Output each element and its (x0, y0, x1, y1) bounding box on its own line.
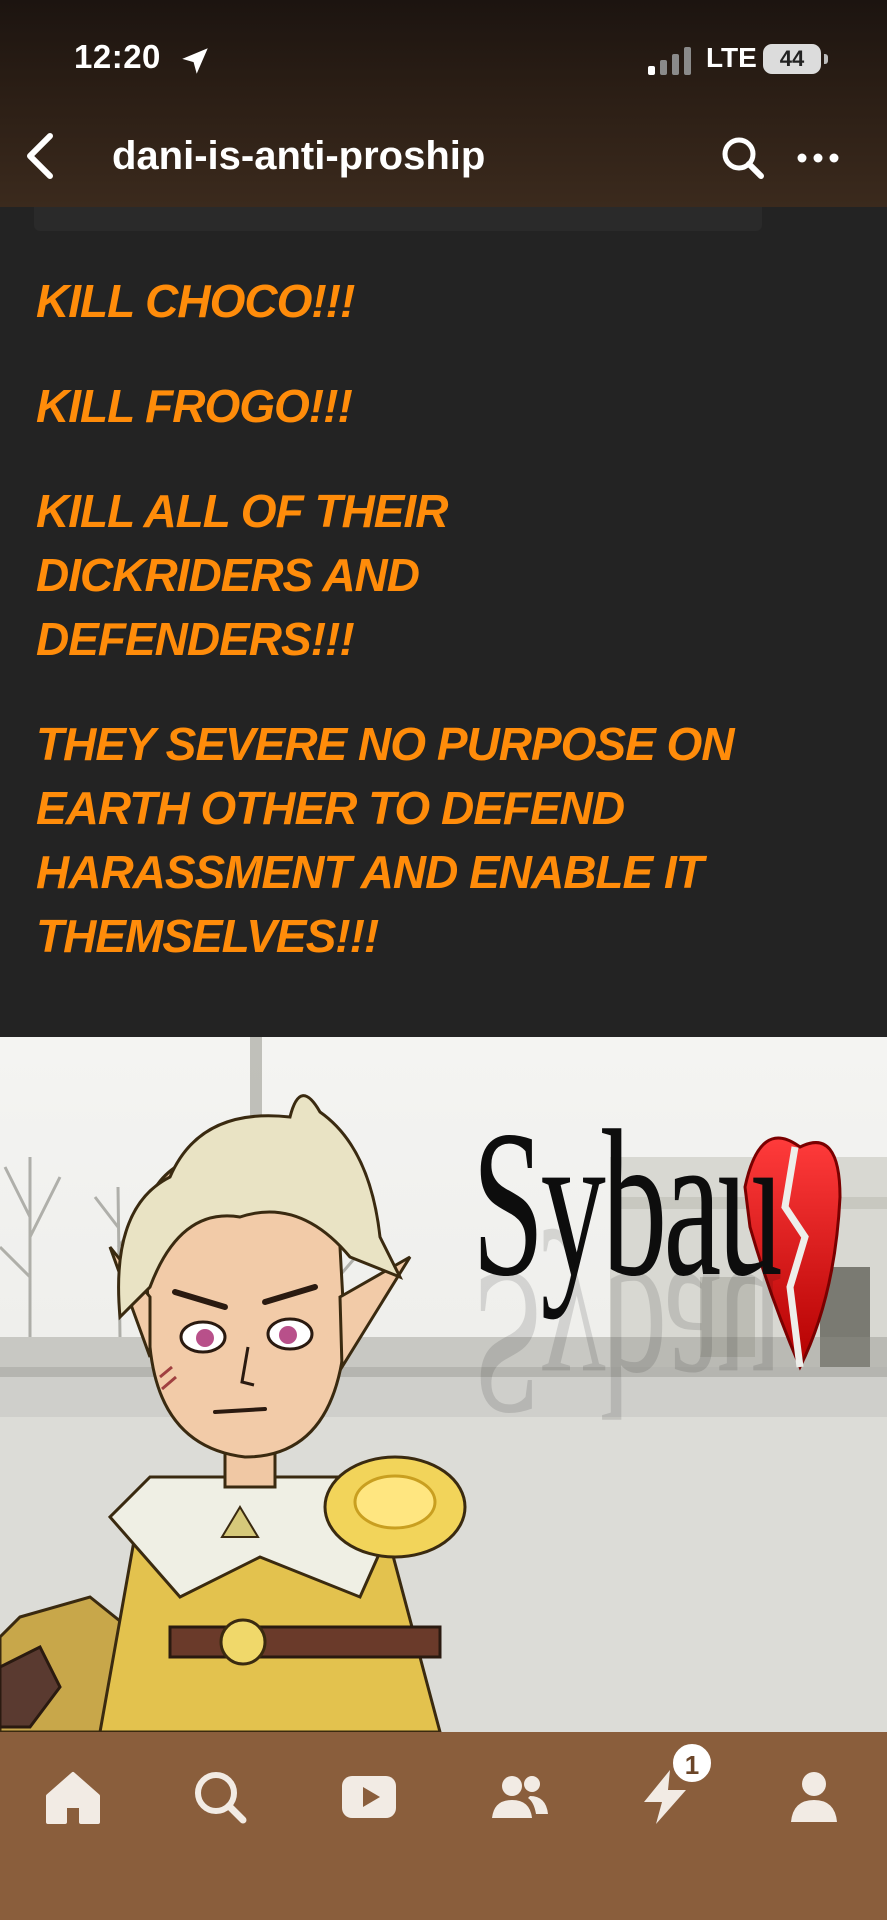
meme-caption-reflection: Sybau (472, 1228, 779, 1460)
cellular-signal-icon (648, 47, 691, 75)
nav-bar: dani-is-anti-proship (0, 110, 887, 207)
post-line-2: KILL FROGO!!! (36, 380, 353, 432)
back-chevron-icon[interactable] (14, 126, 74, 186)
location-arrow-icon (182, 48, 208, 74)
blog-name[interactable]: dani-is-anti-proship (112, 134, 485, 179)
community-icon[interactable] (484, 1762, 554, 1832)
home-icon[interactable] (38, 1762, 108, 1832)
post-line-1: KILL CHOCO!!! (36, 275, 355, 327)
activity-badge: 1 (671, 1742, 713, 1784)
battery-indicator: 44 (763, 44, 821, 74)
previous-post-edge (34, 207, 762, 231)
status-time: 12:20 (74, 38, 161, 75)
search-icon[interactable] (715, 130, 771, 186)
more-options-icon[interactable] (790, 130, 846, 186)
post-line-4: THEY SEVERE NO PURPOSE ON EARTH OTHER TO… (36, 718, 735, 962)
search-icon[interactable] (185, 1762, 255, 1832)
post-text-block: KILL CHOCO!!! KILL FROGO!!! KILL ALL OF … (36, 269, 856, 1009)
video-icon[interactable] (334, 1762, 404, 1832)
post-body: KILL CHOCO!!! KILL FROGO!!! KILL ALL OF … (0, 207, 887, 1037)
bottom-tab-bar: 1 (0, 1732, 887, 1920)
post-line-3: KILL ALL OF THEIR DICKRIDERS AND DEFENDE… (36, 485, 448, 665)
post-image[interactable]: Sybau Sybau (0, 1037, 887, 1732)
profile-icon[interactable] (779, 1762, 849, 1832)
network-type: LTE (706, 42, 757, 73)
battery-cap (824, 54, 828, 64)
app-header: 12:20 LTE 44 dani-is-anti-proship (0, 0, 887, 207)
status-bar: 12:20 LTE 44 (0, 0, 887, 110)
